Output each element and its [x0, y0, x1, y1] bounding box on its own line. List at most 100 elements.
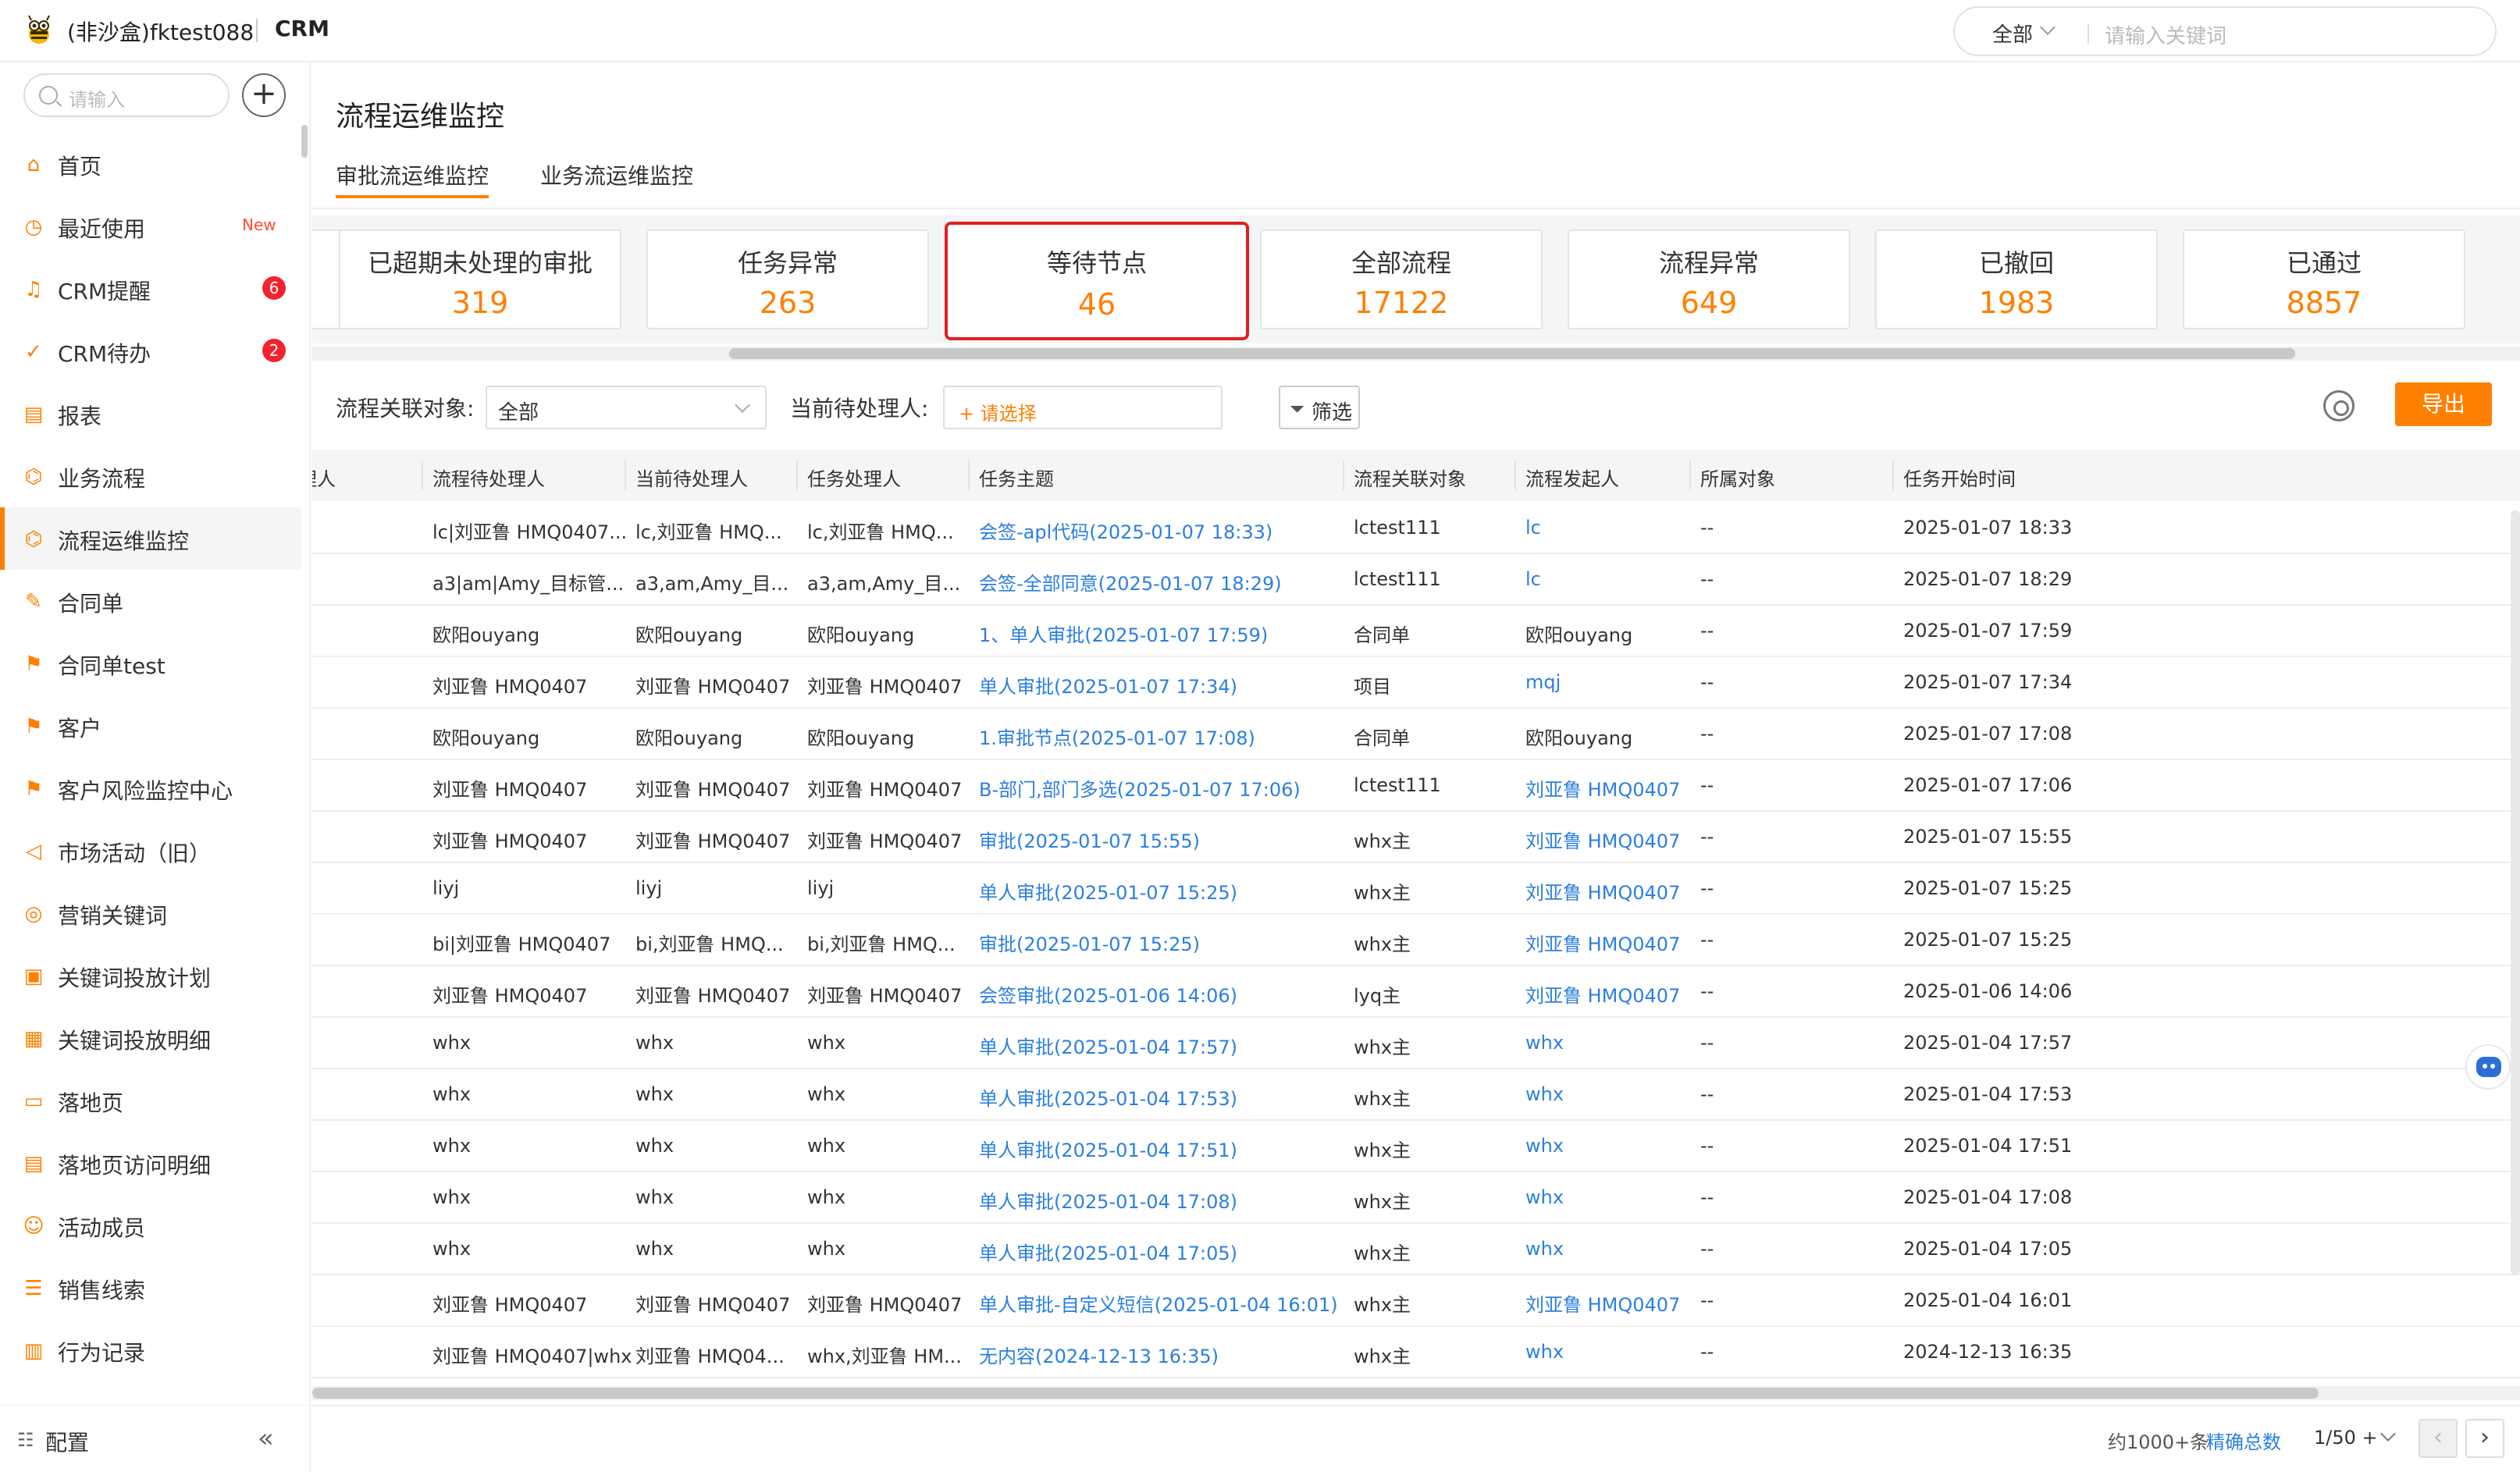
sidebar-search-input[interactable]: 请输入: [23, 73, 230, 117]
column-header[interactable]: 任务开始时间: [1903, 464, 2016, 491]
table-cell-link[interactable]: 审批(2025-01-07 15:25): [979, 929, 1200, 956]
sidebar-item-4[interactable]: ▤ 报表: [0, 382, 301, 445]
column-header[interactable]: 流程发起人: [1525, 464, 1619, 491]
prev-page-button[interactable]: ‹: [2419, 1419, 2458, 1458]
sidebar-item-11[interactable]: ◁ 市场活动（旧）: [0, 820, 301, 882]
stat-card-all-flows[interactable]: 全部流程 17122: [1260, 229, 1543, 329]
sidebar-item-3[interactable]: ✓ CRM待办 2: [0, 320, 301, 382]
table-cell-link[interactable]: 刘亚鲁 HMQ0407: [1525, 980, 1680, 1008]
table-row[interactable]: 2025-01-07-0305--lc|刘亚鲁 HMQ0407...lc,刘亚鲁…: [312, 501, 2520, 554]
tab-approval-flow-monitor[interactable]: 审批流运维监控: [336, 159, 489, 190]
table-cell-link[interactable]: 单人审批(2025-01-07 15:25): [979, 877, 1237, 905]
stat-card-flow-error[interactable]: 流程异常 649: [1568, 229, 1850, 329]
column-divider[interactable]: [1514, 460, 1516, 490]
sidebar-item-9[interactable]: ⚑ 客户: [0, 695, 301, 757]
global-search-input[interactable]: 请输入关键词: [2105, 20, 2226, 49]
table-cell-link[interactable]: 单人审批(2025-01-07 17:34): [979, 671, 1237, 699]
table-cell-link[interactable]: 刘亚鲁 HMQ0407: [1525, 1289, 1680, 1317]
table-cell-link[interactable]: 会签审批(2025-01-06 14:06): [979, 980, 1237, 1008]
table-row[interactable]: 260--whxwhxwhx单人审批(2025-01-04 17:51)whx主…: [312, 1119, 2520, 1172]
table-row[interactable]: 265--刘亚鲁 HMQ0407刘亚鲁 HMQ0407刘亚鲁 HMQ0407审批…: [312, 810, 2520, 863]
sidebar-item-19[interactable]: ▥ 行为记录: [0, 1319, 301, 1381]
table-cell-link[interactable]: whx: [1525, 1341, 1564, 1363]
sidebar-item-12[interactable]: ◎ 营销关键词: [0, 882, 301, 944]
object-filter-select[interactable]: 全部: [486, 386, 767, 429]
table-cell-link[interactable]: 1.审批节点(2025-01-07 17:08): [979, 723, 1255, 750]
table-row[interactable]: 259--whxwhxwhx单人审批(2025-01-04 17:08)whx主…: [312, 1171, 2520, 1224]
exact-total-link[interactable]: 精确总数: [2206, 1427, 2281, 1454]
search-scope-select[interactable]: 全部: [1992, 19, 2033, 48]
table-row[interactable]: 2025-01-07-0303--a3|am|Amy_目标管...a3,am,A…: [312, 553, 2520, 606]
column-divider[interactable]: [1343, 460, 1344, 490]
page-size-select[interactable]: 1/50 +: [2314, 1427, 2378, 1449]
stat-card-task-error[interactable]: 任务异常 263: [646, 229, 929, 329]
column-divider[interactable]: [1689, 460, 1691, 490]
table-cell-link[interactable]: lc: [1525, 568, 1541, 590]
scrollbar-thumb[interactable]: [729, 348, 2295, 359]
table-cell-link[interactable]: 单人审批-自定义短信(2025-01-04 16:01): [979, 1289, 1338, 1317]
table-cell-link[interactable]: whx: [1525, 1135, 1564, 1157]
column-header[interactable]: 已处理人: [312, 464, 336, 491]
sidebar-item-5[interactable]: ⌬ 业务流程: [0, 445, 301, 507]
table-vertical-scrollbar[interactable]: [2511, 510, 2520, 1275]
sidebar-item-7[interactable]: ✎ 合同单: [0, 570, 301, 632]
table-cell-link[interactable]: 会签-apl代码(2025-01-07 18:33): [979, 517, 1272, 544]
sidebar-item-18[interactable]: ☰ 销售线索: [0, 1257, 301, 1319]
table-cell-link[interactable]: 会签-全部同意(2025-01-07 18:29): [979, 568, 1282, 596]
column-divider[interactable]: [968, 460, 970, 490]
tab-business-flow-monitor[interactable]: 业务流运维监控: [540, 159, 693, 190]
add-menu-button[interactable]: +: [242, 73, 286, 117]
table-cell-link[interactable]: lc: [1525, 517, 1541, 539]
table-row[interactable]: KHGD-2025000041--欧阳ouyang欧阳ouyang欧阳ouyan…: [312, 604, 2520, 657]
table-row[interactable]: 2025-01-07-0300--刘亚鲁 HMQ0407刘亚鲁 HMQ0407刘…: [312, 759, 2520, 812]
stat-card-waiting-node[interactable]: 等待节点 46: [945, 222, 1249, 340]
column-divider[interactable]: [796, 460, 798, 490]
settings-icon[interactable]: [2323, 390, 2354, 421]
column-header[interactable]: 当前待处理人: [635, 464, 748, 491]
scrollbar-thumb[interactable]: [312, 1388, 2319, 1399]
stat-card-withdrawn[interactable]: 已撤回 1983: [1875, 229, 2158, 329]
column-header[interactable]: 流程待处理人: [432, 464, 545, 491]
column-divider[interactable]: [625, 460, 626, 490]
column-divider[interactable]: [1892, 460, 1894, 490]
sidebar-item-8[interactable]: ⚑ 合同单test: [0, 632, 301, 695]
table-row[interactable]: 267--liyjliyjliyj单人审批(2025-01-07 15:25)w…: [312, 862, 2520, 915]
table-horizontal-scrollbar[interactable]: [312, 1386, 2520, 1400]
table-cell-link[interactable]: mqj: [1525, 671, 1561, 693]
table-cell-link[interactable]: 单人审批(2025-01-04 17:53): [979, 1083, 1237, 1111]
sidebar-item-6[interactable]: ⌬ 流程运维监控: [0, 507, 301, 570]
global-search[interactable]: 全部 请输入关键词: [1953, 6, 2497, 56]
next-page-button[interactable]: ›: [2465, 1419, 2504, 1458]
table-cell-link[interactable]: 刘亚鲁 HMQ0407: [1525, 774, 1680, 802]
table-row[interactable]: 257--刘亚鲁 HMQ0407刘亚鲁 HMQ0407刘亚鲁 HMQ0407单人…: [312, 1274, 2520, 1327]
sidebar-item-15[interactable]: ▭ 落地页: [0, 1069, 301, 1132]
table-cell-link[interactable]: 单人审批(2025-01-04 17:51): [979, 1135, 1237, 1162]
stat-card-approved[interactable]: 已通过 8857: [2183, 229, 2465, 329]
table-cell-link[interactable]: 无内容(2024-12-13 16:35): [979, 1341, 1219, 1368]
table-cell-link[interactable]: 刘亚鲁 HMQ0407: [1525, 877, 1680, 905]
table-cell-link[interactable]: 1、单人审批(2025-01-07 17:59): [979, 620, 1268, 647]
table-row[interactable]: 262--whxwhxwhx单人审批(2025-01-04 17:57)whx主…: [312, 1016, 2520, 1069]
table-cell-link[interactable]: 刘亚鲁 HMQ0407: [1525, 826, 1680, 853]
sidebar-item-20[interactable]: ▧客户主数据: [0, 1381, 301, 1397]
column-header[interactable]: 流程关联对象: [1354, 464, 1466, 491]
filter-button[interactable]: ⏷ 筛选: [1279, 386, 1360, 429]
sidebar-item-14[interactable]: ▦ 关键词投放明细: [0, 1007, 301, 1069]
table-row[interactable]: KHGD-2025000061--欧阳ouyang欧阳ouyang欧阳ouyan…: [312, 707, 2520, 760]
table-row[interactable]: 266--bi|刘亚鲁 HMQ0407bi,刘亚鲁 HMQ...bi,刘亚鲁 H…: [312, 913, 2520, 966]
table-row[interactable]: mqj测试项目--刘亚鲁 HMQ0407刘亚鲁 HMQ0407刘亚鲁 HMQ04…: [312, 656, 2520, 709]
column-header[interactable]: 所属对象: [1700, 464, 1775, 491]
cards-scrollbar[interactable]: [312, 347, 2520, 361]
sidebar-item-2[interactable]: ♫ CRM提醒 6: [0, 258, 301, 320]
sidebar-item-10[interactable]: ⚑ 客户风险监控中心: [0, 757, 301, 820]
table-cell-link[interactable]: whx: [1525, 1032, 1564, 1054]
column-header[interactable]: 任务处理人: [807, 464, 901, 491]
sidebar-scrollbar[interactable]: [301, 125, 308, 158]
table-cell-link[interactable]: 审批(2025-01-07 15:55): [979, 826, 1200, 853]
table-cell-link[interactable]: 刘亚鲁 HMQ0407: [1525, 929, 1680, 956]
table-cell-link[interactable]: whx: [1525, 1083, 1564, 1105]
collapse-sidebar-icon[interactable]: «: [258, 1423, 274, 1454]
sidebar-item-16[interactable]: ▤ 落地页访问明细: [0, 1132, 301, 1194]
table-row[interactable]: 258--whxwhxwhx单人审批(2025-01-04 17:05)whx主…: [312, 1222, 2520, 1275]
table-cell-link[interactable]: 单人审批(2025-01-04 17:05): [979, 1238, 1237, 1265]
